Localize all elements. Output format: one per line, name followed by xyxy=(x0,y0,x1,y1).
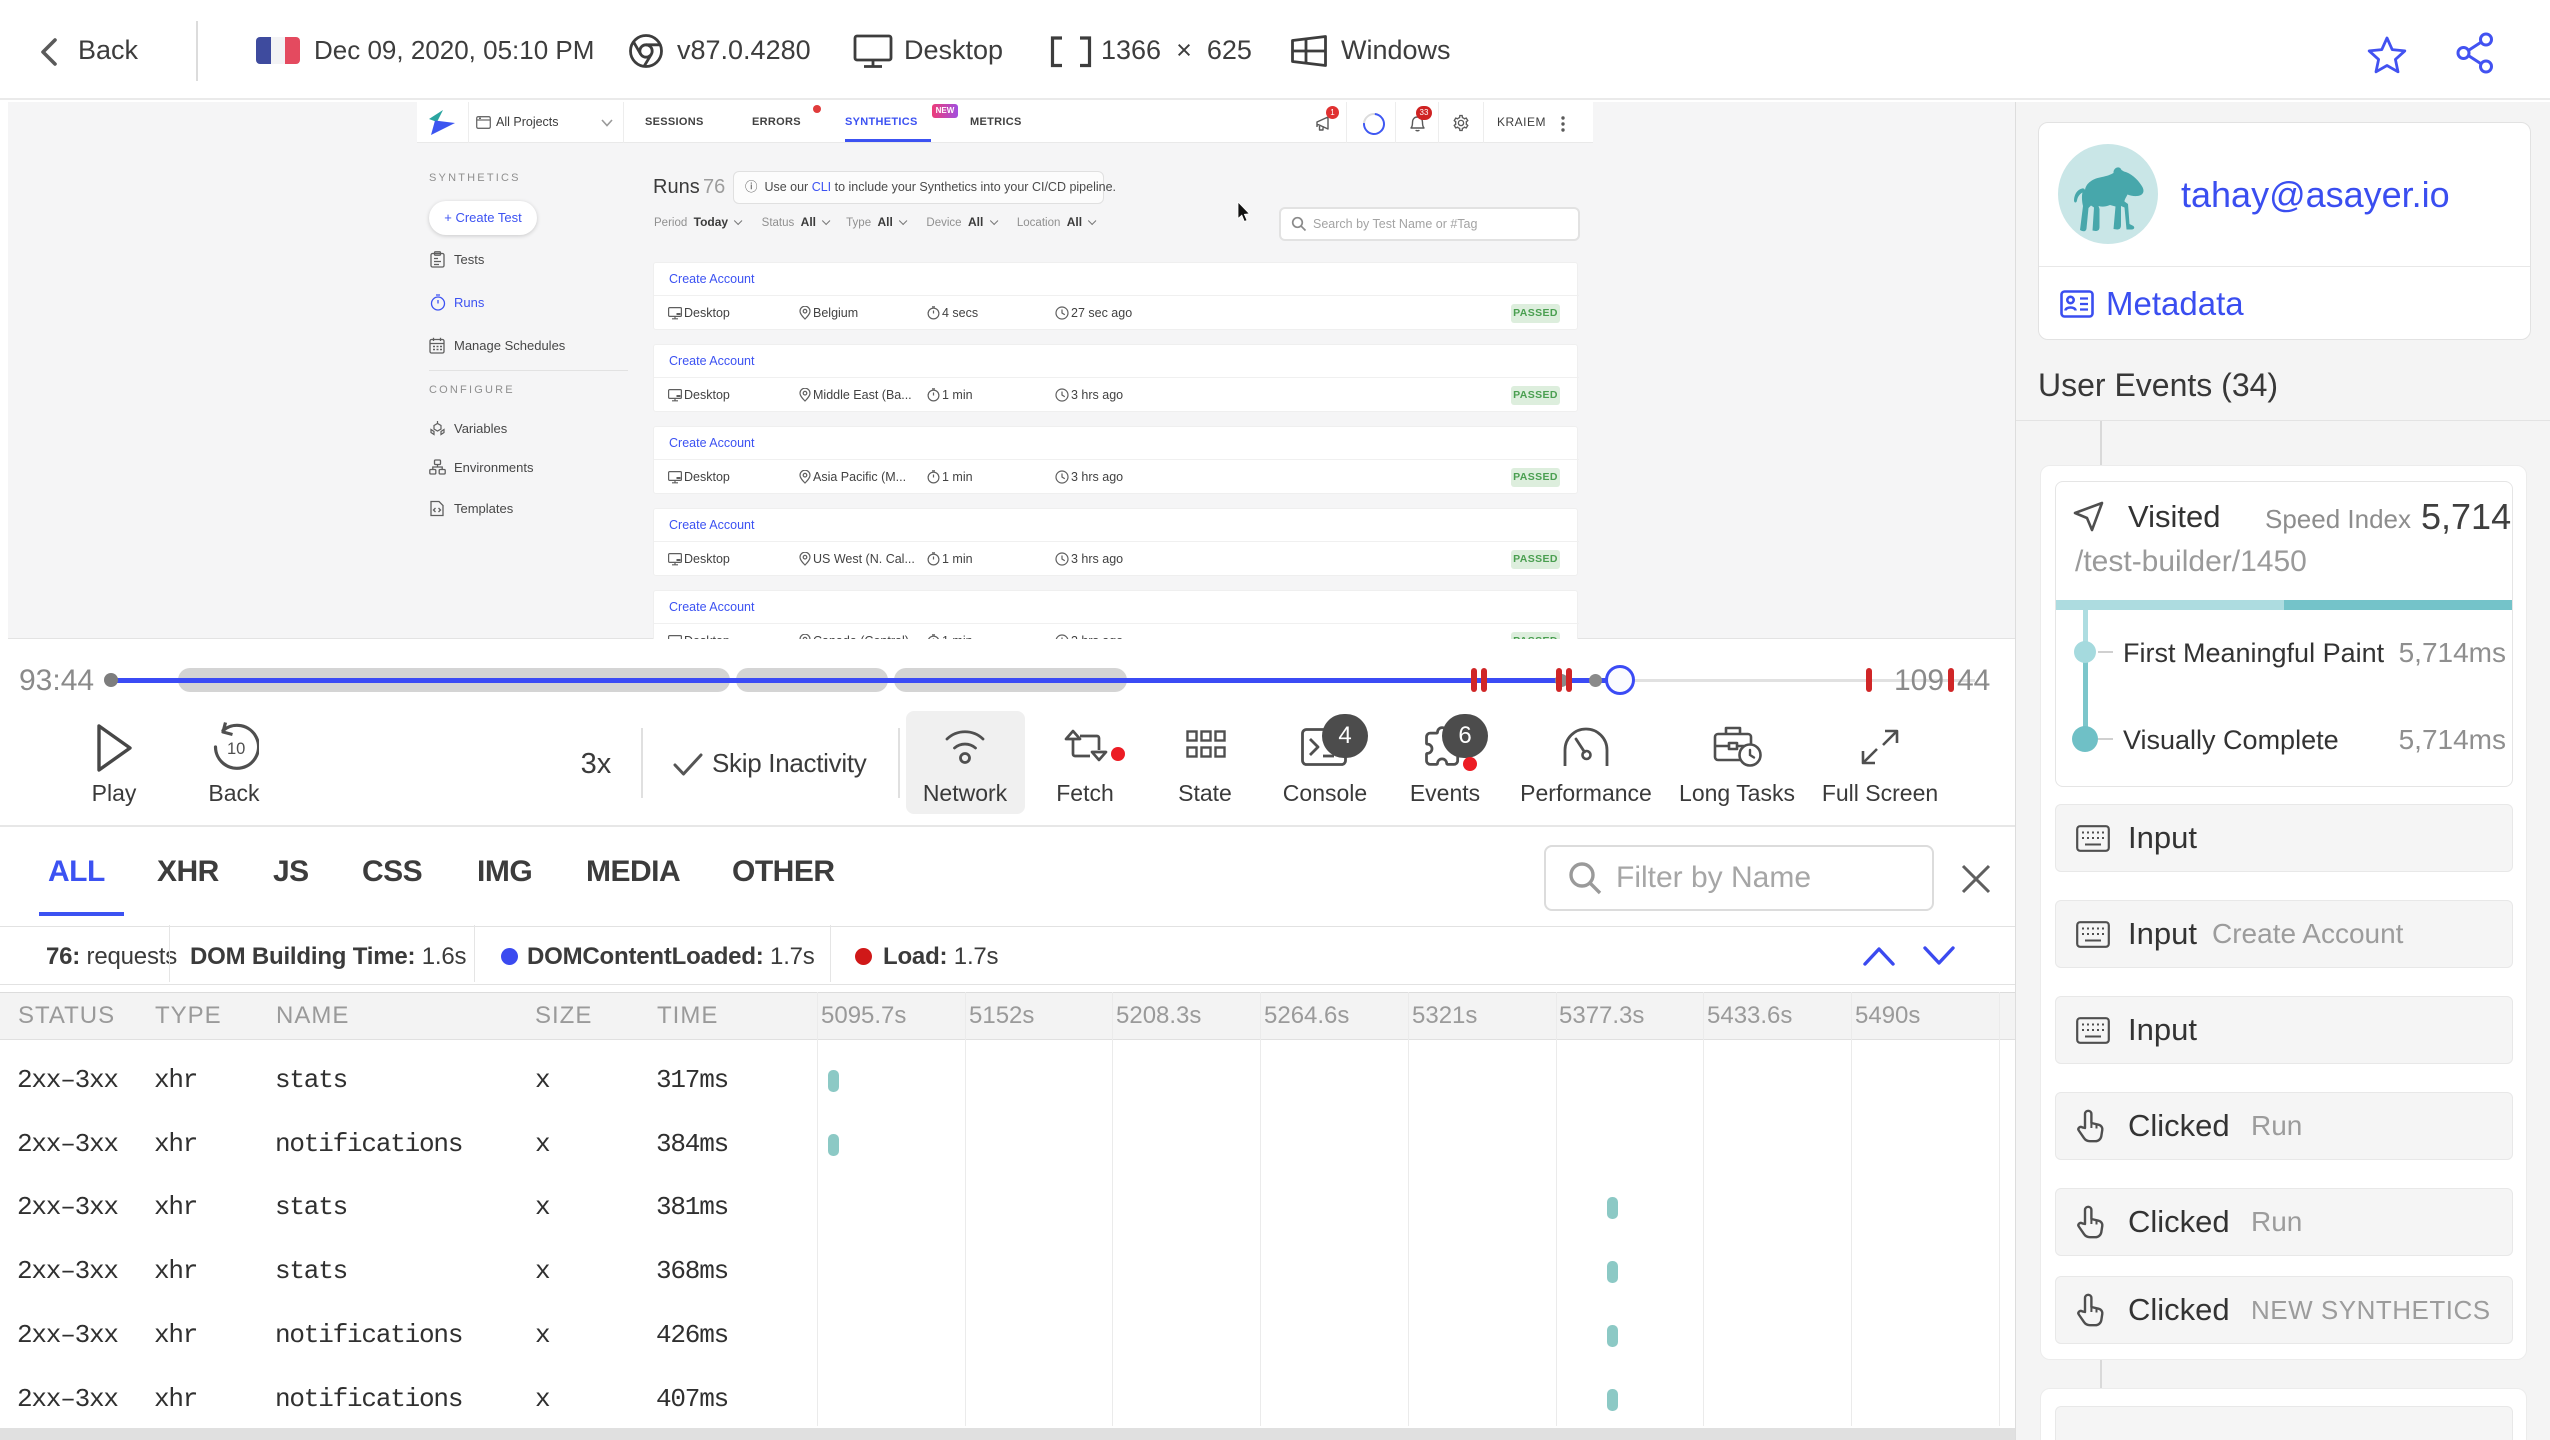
svg-text:10: 10 xyxy=(227,740,245,758)
